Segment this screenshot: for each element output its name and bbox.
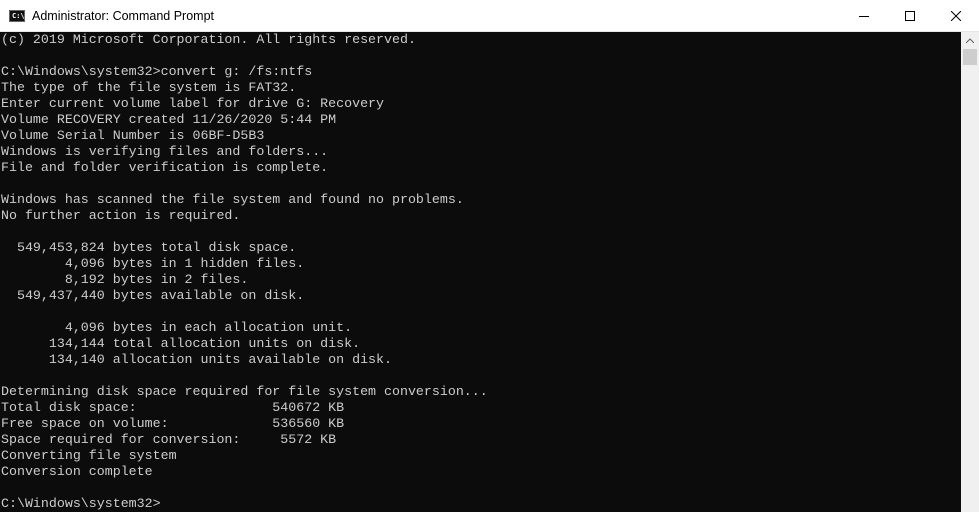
- console-line: Space required for conversion: 5572 KB: [1, 432, 337, 447]
- minimize-icon: [859, 15, 869, 17]
- console-line: (c) 2019 Microsoft Corporation. All righ…: [1, 32, 416, 47]
- close-icon: [951, 10, 961, 21]
- console-line: Converting file system: [1, 448, 177, 463]
- console-line: 4,096 bytes in each allocation unit.: [1, 320, 353, 335]
- vertical-scrollbar[interactable]: [961, 32, 979, 512]
- console-line: The type of the file system is FAT32.: [1, 80, 297, 95]
- maximize-icon: [905, 10, 915, 21]
- window-controls: [841, 0, 979, 31]
- command-prompt-icon[interactable]: C:\.: [9, 9, 29, 22]
- console-line: Windows is verifying files and folders..…: [1, 144, 329, 159]
- title-bar[interactable]: C:\. Administrator: Command Prompt: [0, 0, 979, 32]
- console-line: Enter current volume label for drive G: …: [1, 96, 385, 111]
- console-line: Total disk space: 540672 KB: [1, 400, 345, 415]
- maximize-button[interactable]: [887, 0, 933, 31]
- minimize-button[interactable]: [841, 0, 887, 31]
- console-line: Free space on volume: 536560 KB: [1, 416, 345, 431]
- console-line: 134,144 total allocation units on disk.: [1, 336, 361, 351]
- console-line: 4,096 bytes in 1 hidden files.: [1, 256, 305, 271]
- console-line: File and folder verification is complete…: [1, 160, 329, 175]
- scroll-up-button[interactable]: [961, 32, 979, 48]
- close-button[interactable]: [933, 0, 979, 31]
- console-line: 8,192 bytes in 2 files.: [1, 272, 249, 287]
- console-line: C:\Windows\system32>convert g: /fs:ntfs: [1, 64, 313, 79]
- console-line: Determining disk space required for file…: [1, 384, 488, 399]
- app-icon-text: C:\.: [12, 11, 29, 20]
- console-line: Conversion complete: [1, 464, 153, 479]
- console-line: Volume RECOVERY created 11/26/2020 5:44 …: [1, 112, 337, 127]
- console-line: Windows has scanned the file system and …: [1, 192, 464, 207]
- command-prompt-window: C:\. Administrator: Command Prompt (c) 2…: [0, 0, 979, 512]
- chevron-up-icon: [966, 37, 974, 43]
- console-output[interactable]: (c) 2019 Microsoft Corporation. All righ…: [0, 32, 961, 512]
- console-line: 549,453,824 bytes total disk space.: [1, 240, 297, 255]
- scrollbar-thumb[interactable]: [963, 49, 977, 65]
- console-line: C:\Windows\system32>: [1, 496, 161, 511]
- console-line: No further action is required.: [1, 208, 241, 223]
- console-line: Volume Serial Number is 06BF-D5B3: [1, 128, 265, 143]
- window-title: Administrator: Command Prompt: [32, 8, 215, 23]
- console-line: 134,140 allocation units available on di…: [1, 352, 392, 367]
- console-line: 549,437,440 bytes available on disk.: [1, 288, 305, 303]
